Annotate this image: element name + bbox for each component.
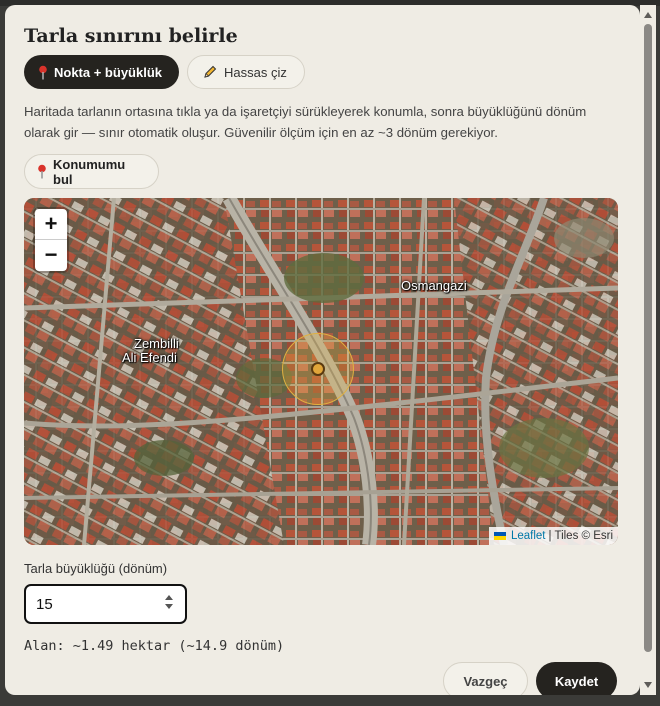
number-stepper[interactable] bbox=[165, 595, 173, 609]
zoom-out-button[interactable]: − bbox=[35, 240, 67, 270]
mode-precise-draw-button[interactable]: Hassas çiz bbox=[187, 55, 305, 89]
scroll-up-icon[interactable] bbox=[644, 12, 652, 18]
find-my-location-button[interactable]: Konumumu bul bbox=[24, 154, 159, 189]
field-size-label: Tarla büyüklüğü (dönüm) bbox=[24, 561, 168, 576]
map-label-ali-efendi: Ali Efendi bbox=[122, 350, 177, 365]
field-size-input[interactable]: 15 bbox=[24, 584, 187, 624]
mode-point-size-label: Nokta + büyüklük bbox=[54, 64, 162, 80]
field-boundary-dialog: Tarla sınırını belirle Nokta + büyüklük … bbox=[5, 5, 640, 695]
field-size-value: 15 bbox=[36, 595, 53, 613]
map-label-zembilli: Zembilli bbox=[134, 336, 179, 351]
scroll-down-icon[interactable] bbox=[644, 682, 652, 688]
scrollbar-thumb[interactable] bbox=[644, 24, 652, 652]
step-down-icon[interactable] bbox=[165, 604, 173, 609]
cancel-button[interactable]: Vazgeç bbox=[443, 662, 528, 695]
ukraine-flag-icon bbox=[493, 532, 506, 540]
pin-icon bbox=[38, 65, 48, 80]
save-button[interactable]: Kaydet bbox=[536, 662, 617, 695]
step-up-icon[interactable] bbox=[165, 595, 173, 600]
field-center-marker[interactable] bbox=[311, 362, 325, 376]
area-readout: Alan: ~1.49 hektar (~14.9 dönüm) bbox=[24, 638, 285, 654]
mode-point-size-button[interactable]: Nokta + büyüklük bbox=[24, 55, 179, 89]
dialog-title: Tarla sınırını belirle bbox=[24, 25, 238, 47]
instructions-text: Haritada tarlanın ortasına tıkla ya da i… bbox=[24, 104, 587, 140]
pin-icon bbox=[37, 164, 47, 179]
map-label-osmangazi: Osmangazi bbox=[401, 278, 467, 293]
zoom-in-button[interactable]: + bbox=[35, 209, 67, 240]
tiles-attribution-text: | Tiles © Esri bbox=[548, 530, 614, 542]
map-zoom-control: + − bbox=[35, 209, 67, 271]
map-attribution: Leaflet | Tiles © Esri bbox=[488, 527, 618, 545]
find-my-location-label: Konumumu bul bbox=[53, 156, 126, 187]
mode-precise-draw-label: Hassas çiz bbox=[224, 64, 287, 80]
pencil-icon bbox=[202, 64, 218, 80]
leaflet-link[interactable]: Leaflet bbox=[511, 530, 546, 542]
satellite-map[interactable]: Osmangazi Zembilli Ali Efendi + − Leafle… bbox=[24, 198, 618, 545]
